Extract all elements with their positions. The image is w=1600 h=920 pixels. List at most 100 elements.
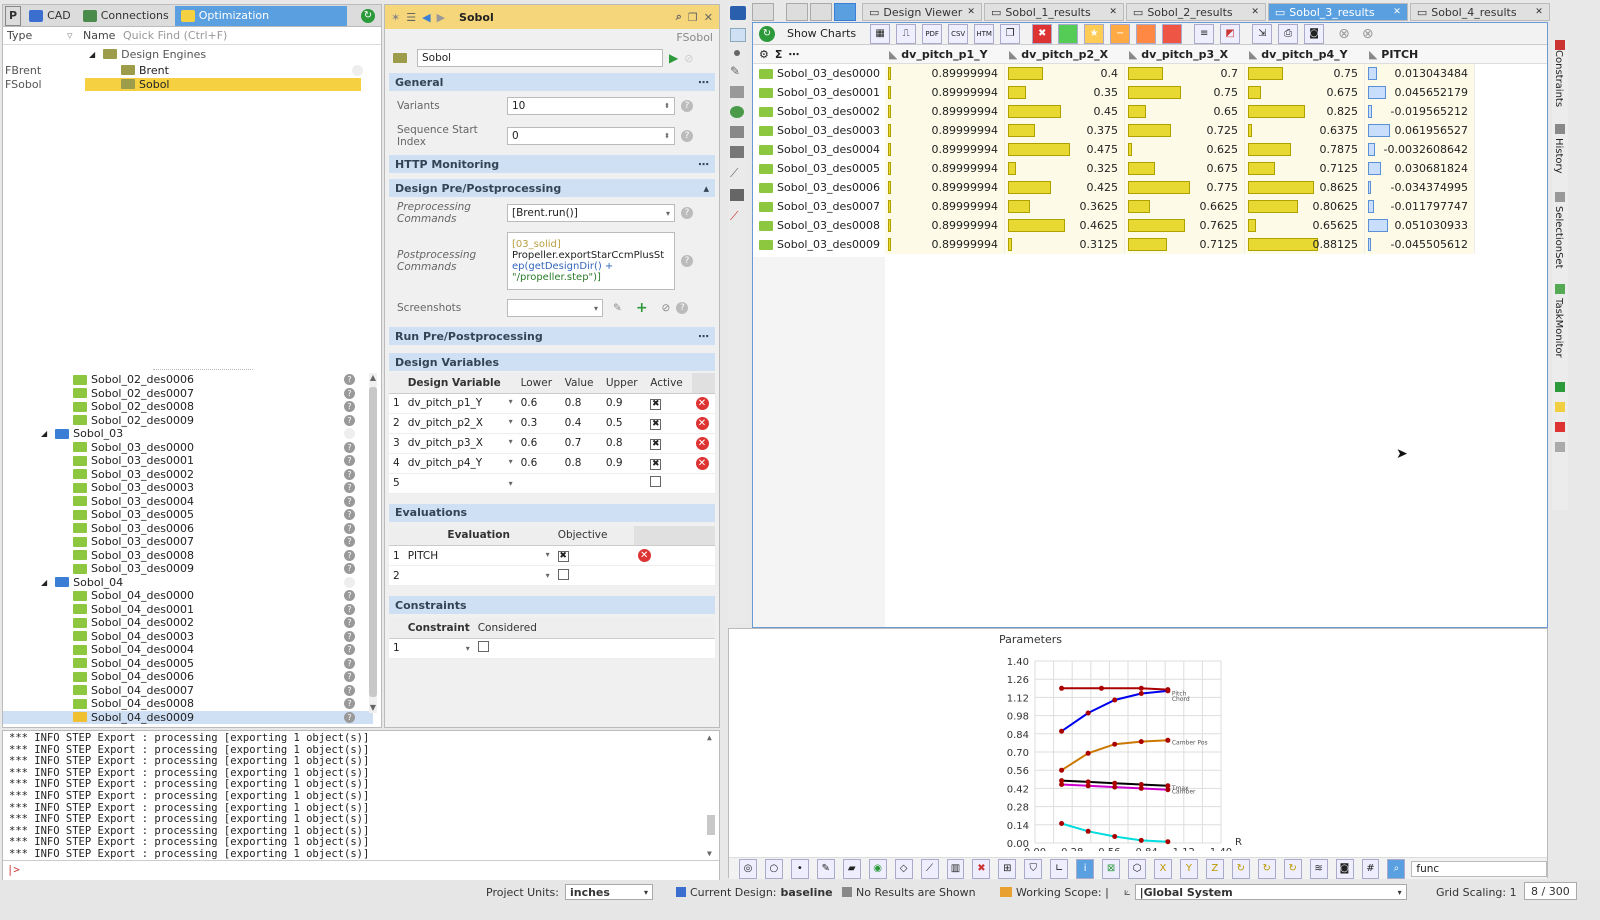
delete-cell[interactable]: ✕ bbox=[691, 453, 715, 474]
green-status-icon[interactable] bbox=[1555, 382, 1565, 392]
current-design-value[interactable]: baseline bbox=[781, 886, 833, 899]
show-charts-toggle[interactable]: Show Charts bbox=[777, 27, 866, 40]
evaluation-cell[interactable]: PITCH ▾ bbox=[403, 545, 554, 566]
tree-item[interactable]: Sobol_03_des0008? bbox=[3, 549, 373, 563]
tree-item[interactable]: Sobol_04_des0000? bbox=[3, 589, 373, 603]
tab-project[interactable]: P bbox=[5, 5, 22, 26]
value-cell[interactable]: 0.89999994 bbox=[885, 159, 1005, 178]
column-type[interactable]: Type bbox=[3, 29, 67, 42]
preprocessing-field[interactable]: [Brent.run()] ▾ bbox=[507, 204, 675, 222]
scroll-thumb[interactable] bbox=[369, 387, 377, 697]
quick-find-input[interactable]: Quick Find (Ctrl+F) bbox=[123, 29, 227, 42]
table-row[interactable]: 1 dv_pitch_p1_Y ▾ 0.6 0.8 0.9 ✖ ✕ bbox=[389, 393, 715, 414]
col-lower[interactable]: Lower bbox=[516, 373, 561, 394]
value-cell[interactable]: -0.011797747 bbox=[1365, 197, 1475, 216]
value-cell[interactable]: 0.89999994 bbox=[885, 216, 1005, 235]
value-cell[interactable]: 0.65625 bbox=[1245, 216, 1365, 235]
design-name-cell[interactable]: Sobol_03_des0000 bbox=[753, 67, 885, 80]
value-cell[interactable]: 0.013043484 bbox=[1365, 64, 1475, 83]
active-checkbox[interactable]: ✖ bbox=[650, 418, 662, 430]
monitor-icon[interactable] bbox=[810, 3, 832, 21]
table-row[interactable]: 4 dv_pitch_p4_Y ▾ 0.6 0.8 0.9 ✖ ✕ bbox=[389, 453, 715, 474]
objective-checkbox[interactable]: ✖ bbox=[557, 551, 569, 562]
tb-info-icon[interactable]: i bbox=[1076, 858, 1095, 879]
tb-export-icon[interactable]: ⇲ bbox=[1252, 23, 1273, 44]
tab-optimization[interactable]: Optimization bbox=[174, 5, 347, 26]
lower-cell[interactable]: 0.6 bbox=[516, 453, 561, 474]
dropdown-icon[interactable]: ▾ bbox=[509, 397, 513, 406]
value-cell[interactable]: 0.89999994 bbox=[885, 83, 1005, 102]
variable-cell[interactable]: dv_pitch_p3_X ▾ bbox=[403, 433, 517, 454]
value-cell[interactable]: 0.89999994 bbox=[885, 178, 1005, 197]
more-icon[interactable]: ⋯ bbox=[698, 76, 709, 89]
command-input[interactable]: |> bbox=[3, 860, 719, 878]
refresh-icon[interactable]: ↻ bbox=[759, 25, 775, 42]
close-tab-icon[interactable]: ✕ bbox=[1251, 7, 1259, 17]
tb-stop-icon[interactable]: ⊗ bbox=[1338, 26, 1350, 42]
tree-item[interactable]: Sobol_03_des0003? bbox=[3, 481, 373, 495]
table-row[interactable]: 1 ▾ bbox=[389, 638, 715, 659]
dropdown-icon[interactable]: ▾ bbox=[509, 479, 513, 488]
section-general[interactable]: General ⋯ bbox=[389, 73, 715, 91]
tree-item[interactable]: Sobol_03_des0005? bbox=[3, 508, 373, 522]
tree-item[interactable]: Sobol_04_des0002? bbox=[3, 616, 373, 630]
tab-sobol-2-results[interactable]: ▭ Sobol_2_results ✕ bbox=[1125, 3, 1266, 21]
design-name-cell[interactable]: Sobol_03_des0009 bbox=[753, 238, 885, 251]
tb-plot-icon[interactable]: ⎍ bbox=[896, 23, 917, 44]
value-cell[interactable]: 0.675 bbox=[1125, 159, 1245, 178]
upper-cell[interactable]: 0.8 bbox=[601, 433, 647, 454]
back-arrow-icon[interactable]: ◀ bbox=[422, 11, 430, 24]
design-name-cell[interactable]: Sobol_03_des0004 bbox=[753, 143, 885, 156]
table-row[interactable]: Sobol_03_des0003 0.89999994 0.375 0.725 0.63… bbox=[753, 121, 1547, 140]
tree-item[interactable]: Sobol_02_des0006? bbox=[3, 373, 373, 387]
value-cell[interactable]: 0.3125 bbox=[1005, 235, 1125, 254]
layout-icon[interactable] bbox=[752, 3, 774, 21]
sidebar-history-icon[interactable] bbox=[1555, 124, 1565, 134]
scroll-up-icon[interactable]: ▲ bbox=[369, 373, 377, 383]
value-cell[interactable]: 0.045652179 bbox=[1365, 83, 1475, 102]
value-cell[interactable]: 0.8 bbox=[560, 453, 602, 474]
design-name-cell[interactable]: Sobol_03_des0005 bbox=[753, 162, 885, 175]
delete-icon[interactable]: ✕ bbox=[637, 549, 651, 562]
tree-item[interactable]: Sobol_04_des0005? bbox=[3, 657, 373, 671]
delete-icon[interactable]: ✕ bbox=[695, 456, 709, 470]
sidebar-item-history[interactable]: History bbox=[1553, 138, 1564, 188]
delete-cell[interactable]: ✕ bbox=[633, 545, 715, 566]
tb-rotate-y-icon[interactable]: ↻ bbox=[1257, 858, 1276, 879]
table-row[interactable]: Sobol_03_des0004 0.89999994 0.475 0.625 0.78… bbox=[753, 140, 1547, 159]
close-tab-icon[interactable]: ✕ bbox=[967, 7, 975, 17]
console-scrollbar[interactable]: ▲ ▼ bbox=[707, 733, 715, 858]
upper-cell[interactable]: 0.9 bbox=[601, 453, 647, 474]
tree-scrollbar[interactable]: ▲ ▼ bbox=[369, 373, 377, 713]
red-status-icon[interactable] bbox=[1555, 422, 1565, 432]
view-icon[interactable] bbox=[730, 6, 746, 20]
value-cell[interactable]: 0.725 bbox=[1125, 121, 1245, 140]
variable-cell[interactable]: dv_pitch_p4_Y ▾ bbox=[403, 453, 517, 474]
value-cell[interactable]: -0.034374995 bbox=[1365, 178, 1475, 197]
forward-arrow-icon[interactable]: ▶ bbox=[437, 11, 445, 24]
value-cell[interactable]: 0.475 bbox=[1005, 140, 1125, 159]
table-row[interactable]: Sobol_03_des0005 0.89999994 0.325 0.675 0.71… bbox=[753, 159, 1547, 178]
stamp-icon[interactable] bbox=[730, 189, 744, 201]
spinner-arrows-icon[interactable]: ⬍ bbox=[664, 132, 670, 140]
screenshots-dropdown[interactable]: ▾ bbox=[507, 299, 603, 317]
tab-connections[interactable]: Connections bbox=[77, 6, 175, 26]
design-name-cell[interactable]: Sobol_03_des0001 bbox=[753, 86, 885, 99]
column-name[interactable]: Name bbox=[83, 29, 123, 42]
sum-icon[interactable]: Σ bbox=[775, 48, 783, 61]
surface-icon[interactable] bbox=[730, 86, 744, 98]
constraint-cell[interactable]: ▾ bbox=[403, 638, 474, 659]
select-icon[interactable] bbox=[730, 28, 746, 42]
tb-htm-icon[interactable]: HTM bbox=[974, 23, 995, 44]
value-cell[interactable]: 0.061956527 bbox=[1365, 121, 1475, 140]
table-row[interactable]: Sobol_03_des0000 0.89999994 0.4 0.7 0.75 0.01… bbox=[753, 64, 1547, 83]
tb-circle-icon[interactable]: ○ bbox=[764, 858, 783, 879]
considered-checkbox[interactable] bbox=[477, 641, 489, 652]
section-design-variables[interactable]: Design Variables bbox=[389, 353, 715, 371]
tab-sobol-3-results[interactable]: ▭ Sobol_3_results ✕ bbox=[1267, 3, 1408, 21]
tree-row-brent[interactable]: FBrent Brent bbox=[3, 63, 381, 77]
active-checkbox[interactable] bbox=[650, 476, 662, 487]
value-cell[interactable]: -0.045505612 bbox=[1365, 235, 1475, 254]
col-considered[interactable]: Considered bbox=[473, 618, 554, 639]
tb-green-icon[interactable] bbox=[1058, 23, 1079, 44]
